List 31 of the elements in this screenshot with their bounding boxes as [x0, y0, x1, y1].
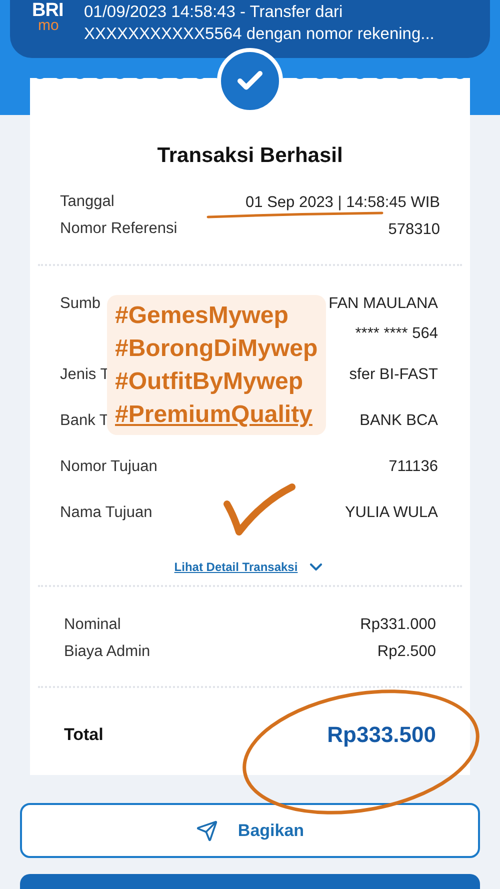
field-label: Tanggal: [60, 192, 114, 212]
field-value: BANK BCA: [360, 411, 438, 431]
notification-banner[interactable]: BRI mo 01/09/2023 14:58:43 - Transfer dari XXXXXXXXXXX5564 dengan nomor rekening...: [10, 0, 490, 58]
field-value: sfer BI-FAST: [349, 365, 438, 385]
field-label: Nomor Referensi: [60, 219, 178, 240]
app-logo: BRI mo: [32, 0, 64, 33]
total-label: Total: [64, 724, 104, 746]
field-value: YULIA WULA: [344, 503, 438, 523]
amount-label: Biaya Admin: [64, 642, 150, 662]
send-icon: [196, 820, 218, 842]
field-value: 01 Sep 2023 | 14:58:45 WIB: [246, 194, 440, 210]
total-value: Rp333.500: [327, 721, 436, 749]
amount-value: Rp331.000: [360, 614, 436, 635]
receipt-title: Transaksi Berhasil: [156, 143, 344, 169]
field-label: Sumb: [60, 294, 100, 314]
notification-text: 01/09/2023 14:58:43 - Transfer dari: [84, 2, 344, 23]
field-value: 578310: [388, 220, 440, 238]
hashtag-text: #PremiumQuality: [115, 400, 314, 430]
notification-text: XXXXXXXXXXX5564 dengan nomor rekening...: [84, 24, 434, 45]
share-button[interactable]: Bagikan: [20, 803, 480, 858]
field-value: 711136: [388, 457, 438, 477]
field-value: FAN MAULANA: [328, 294, 438, 314]
hashtag-text: #BorongDiMywep: [115, 334, 318, 364]
field-label: Nomor Tujuan: [60, 457, 158, 477]
amount-value: Rp2.500: [377, 642, 436, 662]
hashtag-text: #OutfitByMywep: [115, 367, 304, 397]
field-label: Nama Tujuan: [60, 503, 152, 523]
amount-label: Nominal: [64, 614, 121, 635]
hashtag-text: #GemesMywep: [115, 301, 290, 331]
detail-link[interactable]: Lihat Detail Transaksi: [174, 558, 298, 576]
field-value: **** **** 564: [355, 324, 438, 344]
